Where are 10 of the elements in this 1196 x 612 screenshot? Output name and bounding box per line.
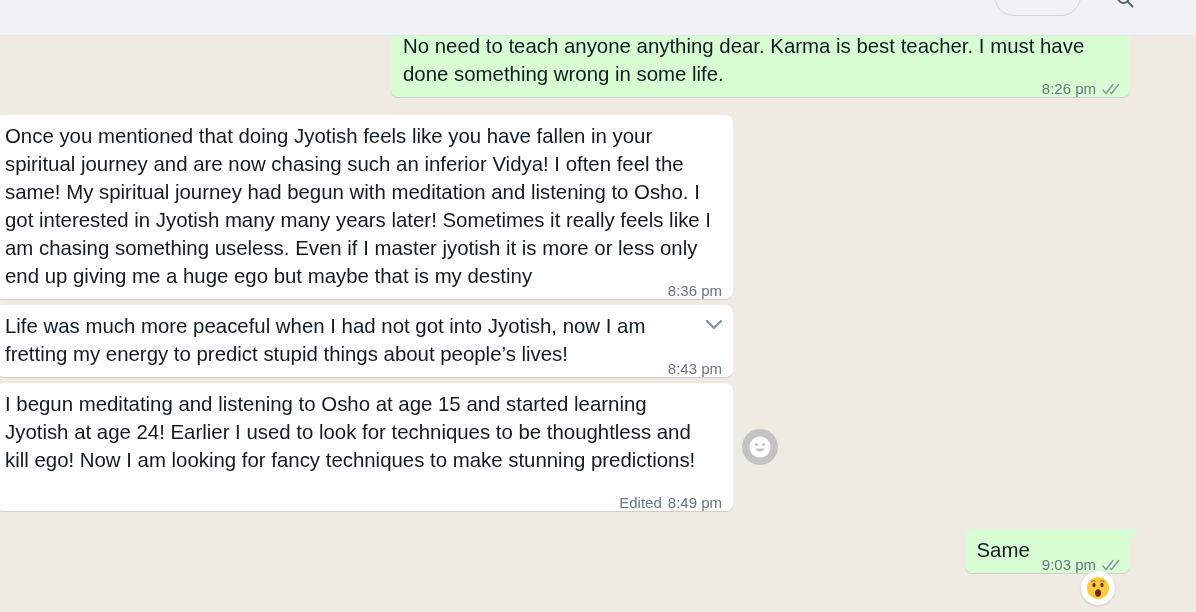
message-time: 8:43 pm [667, 361, 722, 376]
message-text: Same [976, 539, 1030, 561]
edited-label: Edited [619, 495, 662, 510]
chevron-down-icon[interactable] [705, 319, 723, 330]
message-text: I begun meditating and listening to Osho at age 15 and started learning Jyotish at age 24! Earlier I used to look for techniques to be thoughtless and kill ego! Now I am looking for fancy techniques to make stunning predictions! [5, 393, 696, 471]
emoji-react-button[interactable] [742, 429, 778, 465]
message-time: 9:03 pm [1041, 557, 1096, 572]
message-text: Life was much more peaceful when I had not got into Jyotish, now I am fretting my energy to predict stupid things about people’s lives! [5, 315, 646, 365]
smiley-icon [749, 436, 771, 458]
message-time: 8:49 pm [667, 495, 722, 510]
